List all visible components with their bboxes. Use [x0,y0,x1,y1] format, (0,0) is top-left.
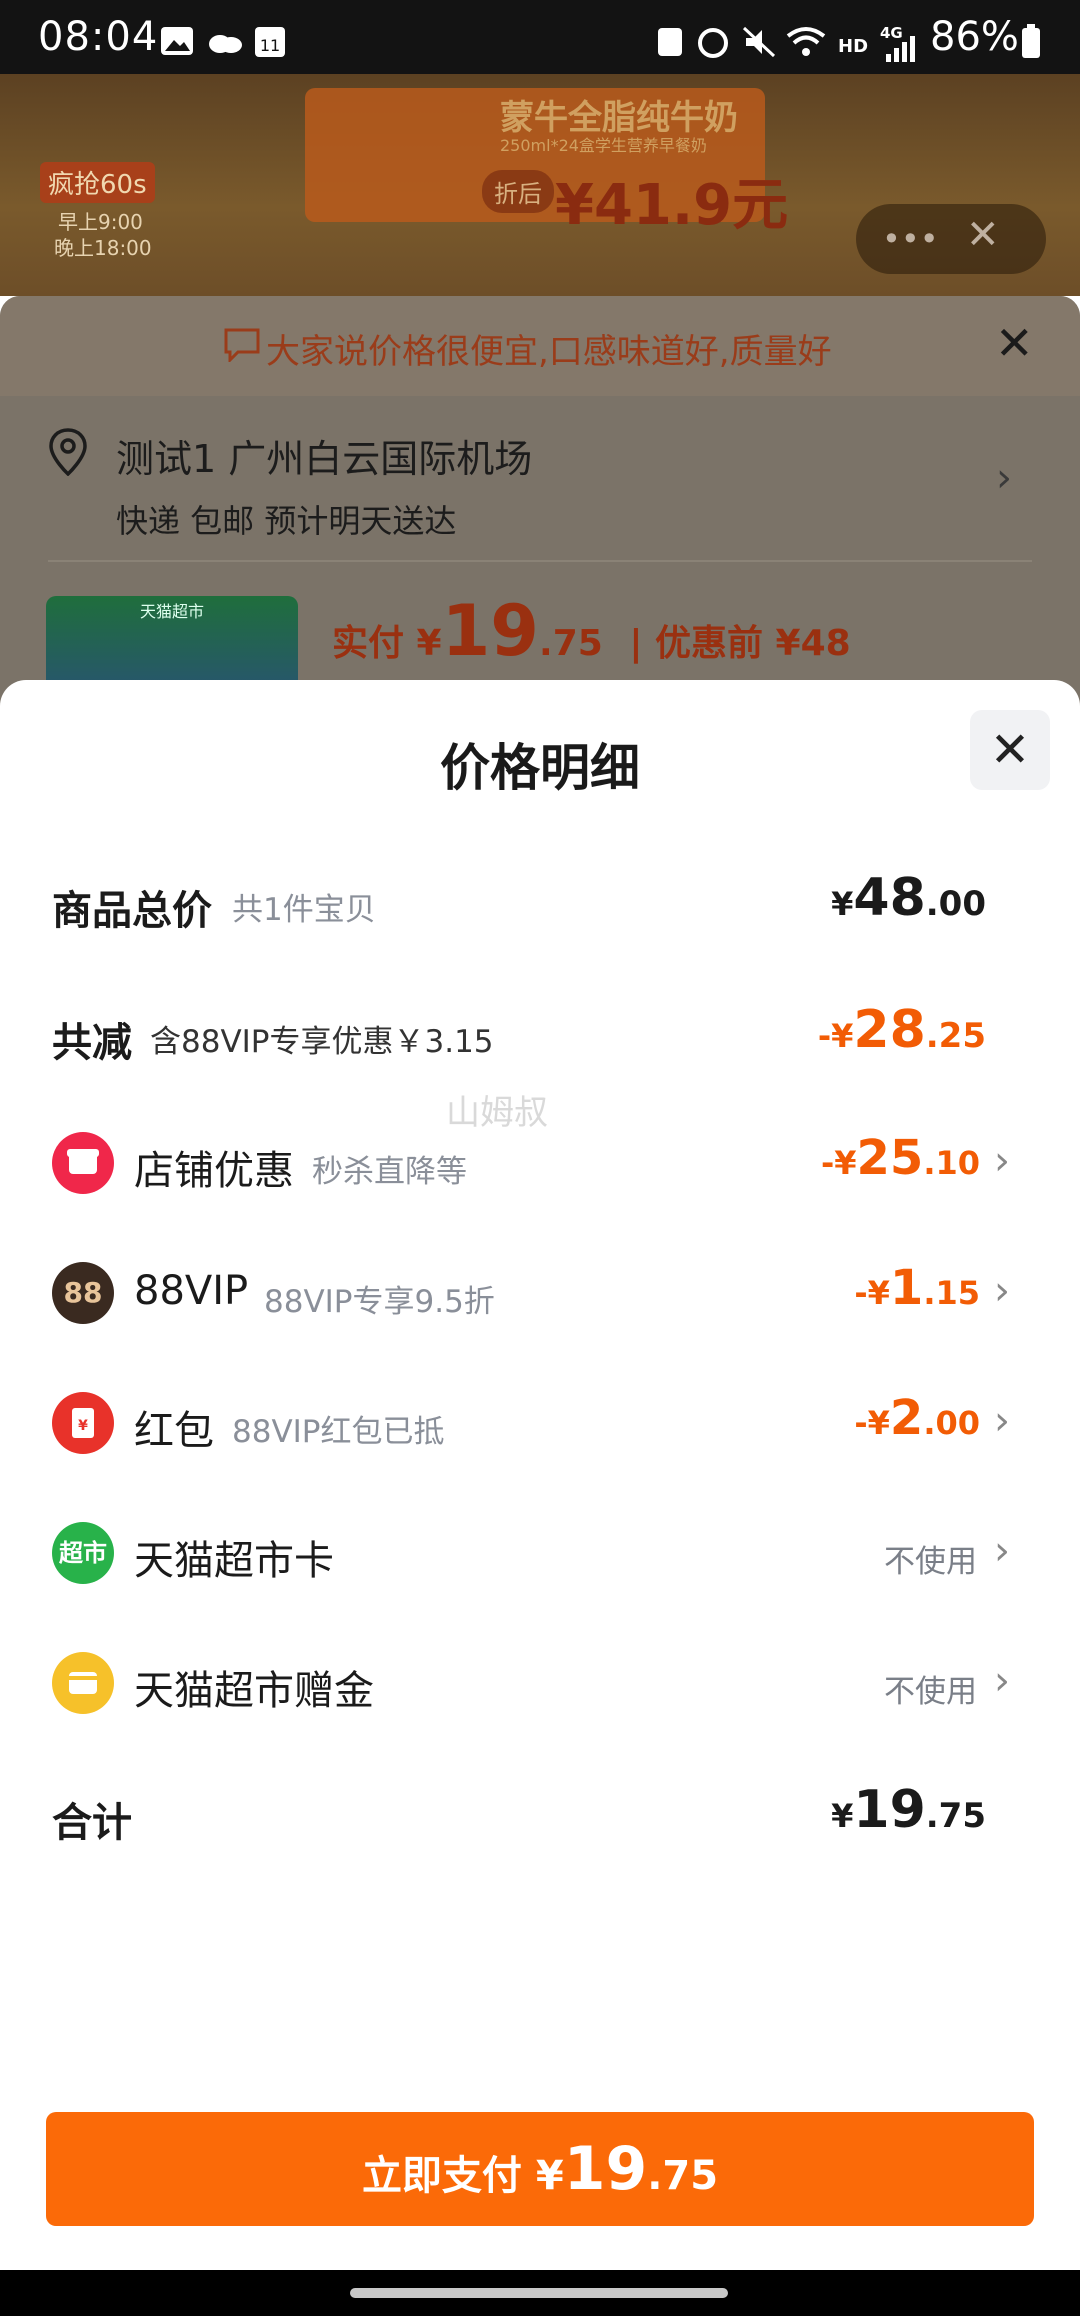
address-line[interactable]: 测试1 广州白云国际机场 [116,428,532,483]
sum-amount: ¥19.75 [831,1780,986,1840]
tmall-card-icon: 超市 [52,1522,114,1584]
pay-int: 19 [563,2134,648,2204]
tmall-card-value[interactable]: 不使用 [884,1536,977,1581]
status-time: 08:04 [38,14,159,60]
more-dots-icon[interactable]: ••• [882,220,939,258]
pay-now-button[interactable]: 立即支付 ¥19.75 [46,2112,1034,2226]
paid-dec: .75 [539,623,603,664]
sum-label: 合计 [52,1800,132,1846]
thumbnail-label: 天猫超市 [140,602,205,621]
promo-tag: 折后 [482,170,554,213]
vip-icon: 88 [52,1262,114,1324]
reduce-label: 共减 [52,1020,132,1066]
chevron-right-icon[interactable]: › [994,1138,1010,1184]
paid-summary: 实付 ¥19.75 | 优惠前 ¥48 [332,590,851,672]
clipboard-icon [658,28,682,56]
chevron-right-icon[interactable]: › [994,1528,1010,1574]
tmall-gift-value[interactable]: 不使用 [884,1666,977,1711]
vip-sub: 88VIP专享9.5折 [264,1284,495,1320]
red-packet-sub: 88VIP红包已抵 [232,1414,445,1450]
paid-int: 19 [441,590,540,672]
modal-title: 价格明细 [440,739,640,797]
promo-price: ¥41.9元 [555,173,789,238]
total-amount: ¥48.00 [831,868,986,928]
mute-icon [742,26,776,58]
before-price: | 优惠前 ¥48 [629,623,851,664]
reduce-amount: -¥28.25 [817,1000,986,1060]
watermark: 山姆叔 [446,1093,548,1133]
image-icon [161,27,193,55]
battery-icon [1022,24,1040,58]
calendar-icon: 11 [255,27,285,57]
cloud-icon [209,35,242,53]
chevron-right-icon[interactable]: › [994,1268,1010,1314]
pay-dec: .75 [647,2153,719,2199]
capsule-close-icon[interactable]: ✕ [966,212,1000,258]
red-packet-amount: -¥2.00 [854,1390,980,1446]
svg-text:11: 11 [260,36,280,55]
tmall-card-label[interactable]: 天猫超市卡 [134,1528,334,1586]
shop-discount-amount: -¥25.10 [820,1130,980,1186]
modal-close-button[interactable]: ✕ [970,710,1050,790]
address-chevron-icon[interactable]: › [996,455,1012,501]
tmall-gift-icon [52,1652,114,1714]
location-pin-icon [49,428,87,476]
close-icon: ✕ [989,722,1031,778]
signal-icon [886,36,915,62]
pay-label: 立即支付 ¥ [361,2153,564,2199]
wifi-icon [786,27,826,56]
hd-label: HD [838,36,869,57]
chevron-right-icon[interactable]: › [994,1658,1010,1704]
reduce-sub: 含88VIP专享优惠￥3.15 [150,1024,494,1060]
shop-discount-icon [52,1132,114,1194]
tmall-gift-label[interactable]: 天猫超市赠金 [134,1658,374,1716]
vip-amount: -¥1.15 [854,1260,980,1316]
total-label: 商品总价 [52,888,212,934]
status-bar: 08:04 11 HD 4G 86% [0,0,1080,74]
red-packet-label[interactable]: 红包 [134,1398,214,1456]
chevron-right-icon[interactable]: › [994,1398,1010,1444]
shop-discount-label[interactable]: 店铺优惠 [134,1138,294,1196]
morning-time: 早上9:00 [58,210,143,234]
red-packet-icon: ¥ [52,1392,114,1454]
svg-text:¥: ¥ [78,1418,88,1434]
evening-time: 晚上18:00 [54,236,152,260]
alarm-icon [698,28,728,58]
notice-text: 大家说价格很便宜,口感味道好,质量好 [266,332,832,372]
shop-discount-sub: 秒杀直降等 [312,1154,467,1190]
grab-label: 疯抢60s [40,162,155,203]
divider [48,560,1032,562]
chat-icon [224,328,260,362]
battery-percent: 86% [930,14,1019,60]
home-indicator[interactable] [350,2288,728,2298]
notice-close-icon[interactable]: ✕ [995,316,1034,370]
vip-label[interactable]: 88VIP [134,1268,248,1314]
promo-subtitle: 250ml*24盒学生营养早餐奶 [500,136,707,155]
paid-prefix: 实付 ¥ [332,623,442,664]
background-banner: 蒙牛全脂纯牛奶 250ml*24盒学生营养早餐奶 折后 ¥41.9元 疯抢60s… [0,74,1080,296]
delivery-info: 快递 包邮 预计明天送达 [116,502,457,540]
total-sub: 共1件宝贝 [232,892,376,928]
